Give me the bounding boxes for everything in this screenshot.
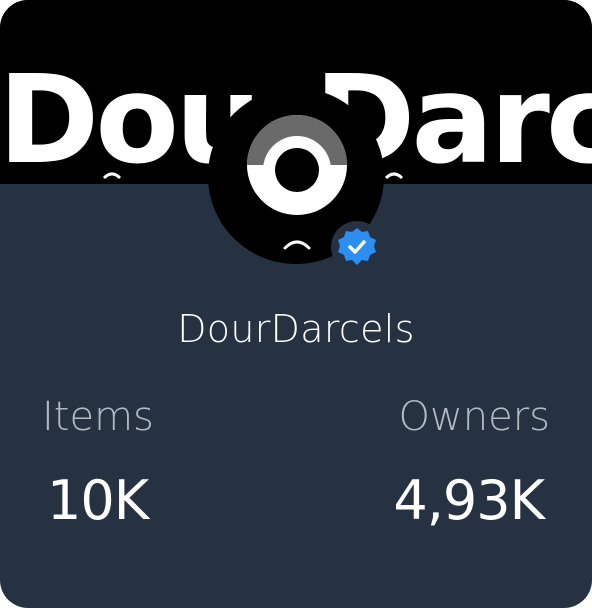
items-value: 10K (47, 469, 149, 532)
owners-value: 4,93K (393, 469, 545, 532)
collection-card[interactable]: DourDarcels DourDarcels Items Owners 10K… (0, 0, 592, 608)
verified-badge (331, 221, 383, 273)
owners-label: Owners (398, 394, 550, 440)
collection-name: DourDarcels (177, 307, 415, 351)
verified-check-icon (338, 228, 376, 265)
items-label: Items (42, 394, 154, 440)
